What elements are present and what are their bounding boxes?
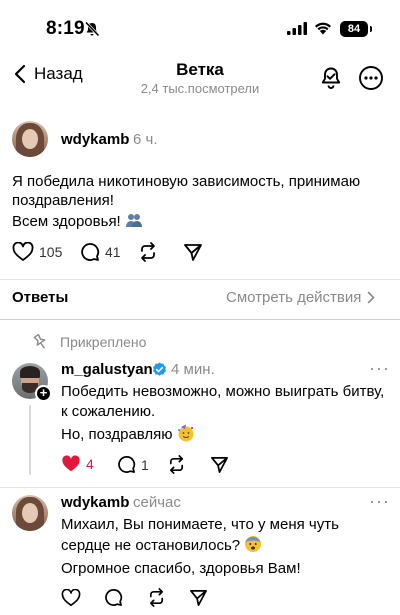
thread-line <box>29 405 31 475</box>
reply-username[interactable]: m_galustyan <box>61 361 153 378</box>
signal-icon <box>287 22 307 35</box>
reply-text-line-3: Но, поздравляю <box>61 424 195 446</box>
like-count: 4 <box>86 456 94 472</box>
comment-button[interactable]: 41 <box>80 242 121 262</box>
muted-bell-icon <box>84 21 100 37</box>
fearful-emoji-icon <box>245 536 262 552</box>
avatar[interactable] <box>12 495 48 531</box>
reply-text-line-1: Михаил, Вы понимаете, что у меня чуть <box>61 516 339 533</box>
reply-username[interactable]: wdykamb <box>61 494 129 511</box>
pinned-label: Прикреплено <box>60 334 147 350</box>
view-actions-link[interactable]: Смотреть действия <box>226 289 376 306</box>
comment-icon <box>81 243 100 261</box>
comment-icon <box>118 456 136 473</box>
post-text-line-2: поздравления! <box>12 192 114 209</box>
party-emoji-icon <box>177 424 194 442</box>
back-button[interactable]: Назад <box>14 64 83 84</box>
more-options-icon[interactable]: ··· <box>369 358 390 379</box>
post-text-line-3-text: Всем здоровья! <box>12 213 121 230</box>
reply-text-line-2: сердце не остановилось? <box>61 535 262 557</box>
comment-icon[interactable] <box>104 588 123 607</box>
comment-button[interactable]: 1 <box>117 455 149 474</box>
post-username[interactable]: wdykamb <box>61 131 129 148</box>
reply-text-line-1: Победить невозможно, можно выиграть битв… <box>61 383 385 400</box>
verified-icon <box>153 362 166 376</box>
heart-icon[interactable] <box>61 589 81 607</box>
repost-icon[interactable] <box>147 588 166 607</box>
replies-label: Ответы <box>12 289 69 306</box>
reply-time: 4 мин. <box>171 361 215 378</box>
comment-count: 1 <box>141 456 149 473</box>
battery-icon: 84 <box>340 21 372 37</box>
share-icon[interactable] <box>210 455 229 474</box>
divider <box>0 319 400 320</box>
reply-time: сейчас <box>133 494 181 511</box>
divider <box>0 279 400 280</box>
emoji-icon <box>125 214 142 227</box>
repost-icon[interactable] <box>167 455 186 474</box>
post-time: 6 ч. <box>133 131 158 148</box>
chevron-right-icon <box>368 291 376 304</box>
like-button[interactable]: 105 <box>12 242 62 262</box>
more-icon[interactable] <box>358 65 384 91</box>
pin-icon <box>33 334 46 349</box>
status-time: 8:19 <box>46 18 85 39</box>
heart-filled-icon <box>62 455 80 472</box>
like-count: 105 <box>39 244 63 260</box>
share-icon[interactable] <box>183 242 203 262</box>
divider <box>0 487 400 488</box>
follow-plus-icon[interactable]: + <box>35 385 52 402</box>
share-icon[interactable] <box>189 588 208 607</box>
post-text-line-3: Всем здоровья! <box>12 211 143 233</box>
reply-text-line-3: Огромное спасибо, здоровья Вам! <box>61 560 301 577</box>
nav-bar: Ветка 2,4 тыс.посмотрели Назад <box>0 56 400 100</box>
wifi-icon <box>315 22 331 35</box>
back-label: Назад <box>34 64 83 83</box>
reply-text-line-2-text: сердце не остановилось? <box>61 537 241 554</box>
avatar[interactable] <box>12 121 48 157</box>
notification-bell-icon[interactable] <box>318 65 344 91</box>
more-options-icon[interactable]: ··· <box>369 491 390 512</box>
view-actions-label: Смотреть действия <box>226 289 362 306</box>
like-button[interactable]: 4 <box>61 455 94 473</box>
chevron-left-icon <box>14 64 26 84</box>
repost-icon[interactable] <box>138 242 158 262</box>
comment-count: 41 <box>105 244 121 260</box>
reply-text-line-2: к сожалению. <box>61 403 156 420</box>
heart-icon <box>12 242 34 261</box>
reply-text-line-3-text: Но, поздравляю <box>61 426 173 443</box>
status-bar: 8:19 84 <box>0 0 400 54</box>
